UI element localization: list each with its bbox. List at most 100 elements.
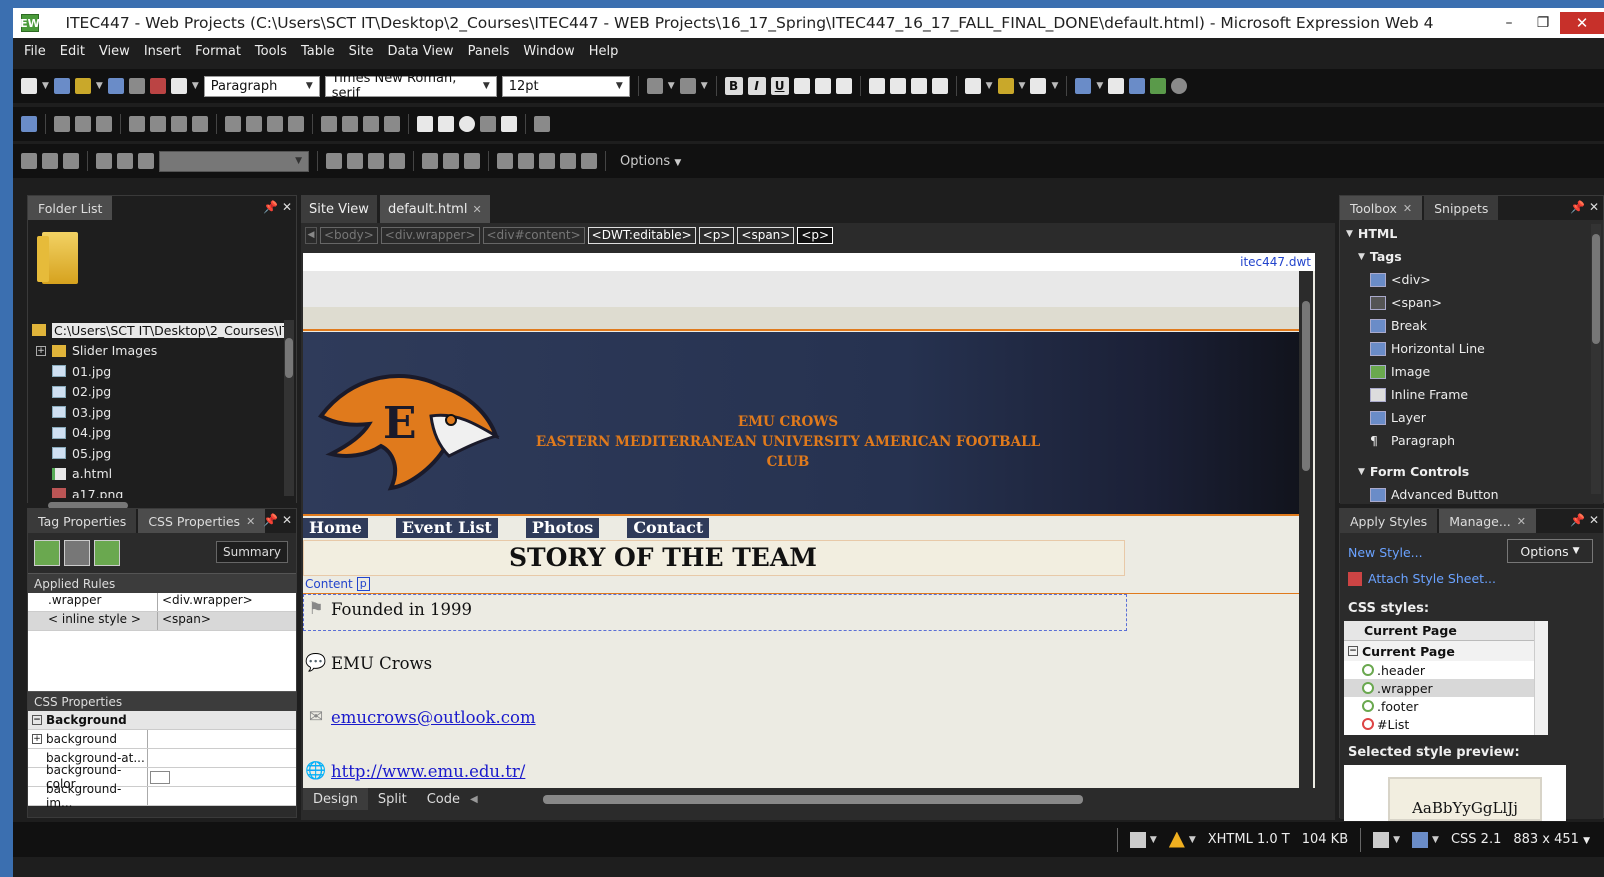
design-view[interactable]: itec447.dwt E EMU CROWS EASTERN MEDITERR…	[303, 253, 1315, 788]
bold-button[interactable]: B	[724, 77, 743, 95]
open-folder-icon[interactable]	[74, 78, 91, 94]
font-family-select[interactable]: Times New Roman, serif ▼	[324, 71, 497, 101]
new-page-icon[interactable]	[21, 78, 37, 94]
quick-tag-current[interactable]: <p>	[797, 226, 834, 244]
toolbox-item-break[interactable]: Break	[1340, 314, 1603, 337]
toolbox-item-layer[interactable]: Layer	[1340, 406, 1603, 429]
design-vscrollbar[interactable]	[1299, 271, 1313, 788]
polygonal-hotspot-icon[interactable]	[480, 116, 496, 132]
quick-tag[interactable]: <body>	[320, 226, 378, 244]
circular-hotspot-icon[interactable]	[459, 116, 475, 132]
expand-icon[interactable]: +	[32, 734, 42, 744]
new-style-link[interactable]: New Style...	[1348, 545, 1423, 560]
color-icon[interactable]	[363, 116, 379, 132]
italic-button[interactable]: I	[747, 77, 766, 95]
rotate-left-icon[interactable]	[129, 116, 145, 132]
show-set-properties-icon[interactable]	[94, 540, 120, 566]
categorized-view-icon[interactable]	[34, 540, 60, 566]
story-title[interactable]: STORY OF THE TEAM	[509, 543, 817, 572]
rule-row[interactable]: < inline style > <span>	[28, 612, 296, 631]
flip-horizontal-icon[interactable]	[171, 116, 187, 132]
select-icon[interactable]	[417, 116, 433, 132]
redo-icon[interactable]	[679, 78, 696, 94]
save-all-icon[interactable]	[128, 78, 145, 94]
sharepoint-icon[interactable]	[149, 78, 166, 94]
chevron-down-icon[interactable]: ▼	[1189, 835, 1196, 845]
founded-row[interactable]: ⚑ Founded in 1999	[305, 599, 472, 619]
tab-manage-styles[interactable]: Manage... ✕	[1439, 509, 1536, 533]
insert-picture-icon[interactable]	[1129, 78, 1146, 94]
crop-icon[interactable]	[321, 116, 337, 132]
word-wrap-icon[interactable]	[560, 153, 576, 169]
rule-row[interactable]: .wrapper <div.wrapper>	[28, 593, 296, 612]
insert-start-tag-icon[interactable]	[422, 153, 438, 169]
menu-insert[interactable]: Insert	[137, 44, 188, 59]
restore-button[interactable]: ❐	[1526, 12, 1560, 34]
tab-split[interactable]: Split	[368, 788, 417, 810]
quick-tag[interactable]: <div.wrapper>	[380, 226, 480, 244]
less-brightness-icon[interactable]	[288, 116, 304, 132]
close-icon[interactable]: ✕	[1403, 202, 1412, 215]
scrollbar-thumb[interactable]	[1302, 301, 1310, 471]
close-button[interactable]: ✕	[1560, 12, 1604, 34]
toolbox-item-inline-frame[interactable]: Inline Frame	[1340, 383, 1603, 406]
find-matching-brace-icon[interactable]	[389, 153, 405, 169]
pin-icon[interactable]: 📌 ✕	[1570, 200, 1599, 214]
toolbox-scrollbar[interactable]	[1591, 224, 1601, 494]
chevron-down-icon[interactable]: ▼	[668, 81, 675, 91]
menu-edit[interactable]: Edit	[53, 44, 92, 59]
insert-comment-icon[interactable]	[464, 153, 480, 169]
select-tag-icon[interactable]	[326, 153, 342, 169]
website-link[interactable]: http://www.emu.edu.tr/	[331, 762, 525, 781]
list-members-icon[interactable]	[21, 153, 37, 169]
next-bookmark-icon[interactable]	[117, 153, 133, 169]
scrollbar-thumb[interactable]	[1592, 234, 1600, 344]
flip-vertical-icon[interactable]	[192, 116, 208, 132]
options-button[interactable]: Options ▼	[1507, 539, 1593, 563]
chevron-left-icon[interactable]: ◀	[470, 794, 478, 805]
chevron-down-icon[interactable]: ▼	[42, 81, 49, 91]
parameter-info-icon[interactable]	[42, 153, 58, 169]
insert-table-icon[interactable]	[1075, 78, 1092, 94]
toolbox-item-horizontal-line[interactable]: Horizontal Line	[1340, 337, 1603, 360]
toolbox-tags-header[interactable]: ▼ Tags	[1340, 245, 1603, 268]
stop-icon[interactable]	[1171, 78, 1188, 94]
numbered-list-icon[interactable]	[868, 78, 885, 94]
tab-code[interactable]: Code	[417, 788, 470, 810]
tab-tag-properties[interactable]: Tag Properties	[28, 509, 137, 533]
toolbox-html-header[interactable]: ▼ HTML	[1340, 222, 1603, 245]
collapse-icon[interactable]: −	[32, 715, 42, 725]
scrollbar-thumb[interactable]	[285, 338, 293, 378]
undo-icon[interactable]	[646, 78, 663, 94]
folder-tree-item[interactable]: + Slider Images	[28, 341, 296, 362]
doctype-indicator[interactable]: XHTML 1.0 T	[1208, 832, 1290, 847]
menu-panels[interactable]: Panels	[461, 44, 517, 59]
property-group-background[interactable]: − Background	[28, 711, 296, 730]
menu-tools[interactable]: Tools	[248, 44, 294, 59]
collapse-icon[interactable]: −	[1348, 646, 1358, 656]
insert-layer-icon[interactable]	[1108, 78, 1125, 94]
toolbox-form-controls-header[interactable]: ▼ Form Controls	[1340, 460, 1603, 483]
website-row[interactable]: 🌐 http://www.emu.edu.tr/	[305, 761, 525, 781]
style-item-header[interactable]: .header	[1344, 661, 1548, 679]
tab-apply-styles[interactable]: Apply Styles	[1340, 509, 1438, 533]
tab-folder-list[interactable]: Folder List	[28, 196, 113, 220]
color-swatch[interactable]	[150, 770, 170, 784]
chevron-down-icon[interactable]: ▼	[1150, 835, 1157, 845]
chevron-down-icon[interactable]: ▼	[1096, 81, 1103, 91]
insert-picture-icon[interactable]	[21, 116, 37, 132]
quick-tag[interactable]: <DWT:editable>	[587, 226, 696, 244]
chevron-down-icon[interactable]: ▼	[1051, 81, 1058, 91]
font-size-select[interactable]: 12pt ▼	[501, 75, 630, 97]
folder-tree-item[interactable]: 04.jpg	[28, 423, 296, 444]
tab-css-properties[interactable]: CSS Properties ✕	[138, 509, 266, 533]
align-center-icon[interactable]	[814, 78, 831, 94]
css-version-indicator[interactable]: CSS 2.1	[1451, 832, 1501, 847]
summary-button[interactable]: Summary	[216, 541, 288, 563]
more-contrast-icon[interactable]	[225, 116, 241, 132]
pin-icon[interactable]: 📌 ✕	[263, 513, 292, 527]
page-editor-options-icon[interactable]	[1412, 831, 1429, 848]
format-lines-icon[interactable]	[539, 153, 555, 169]
chevron-down-icon[interactable]: ▼	[1432, 835, 1439, 845]
highlight-icon[interactable]	[997, 78, 1014, 94]
